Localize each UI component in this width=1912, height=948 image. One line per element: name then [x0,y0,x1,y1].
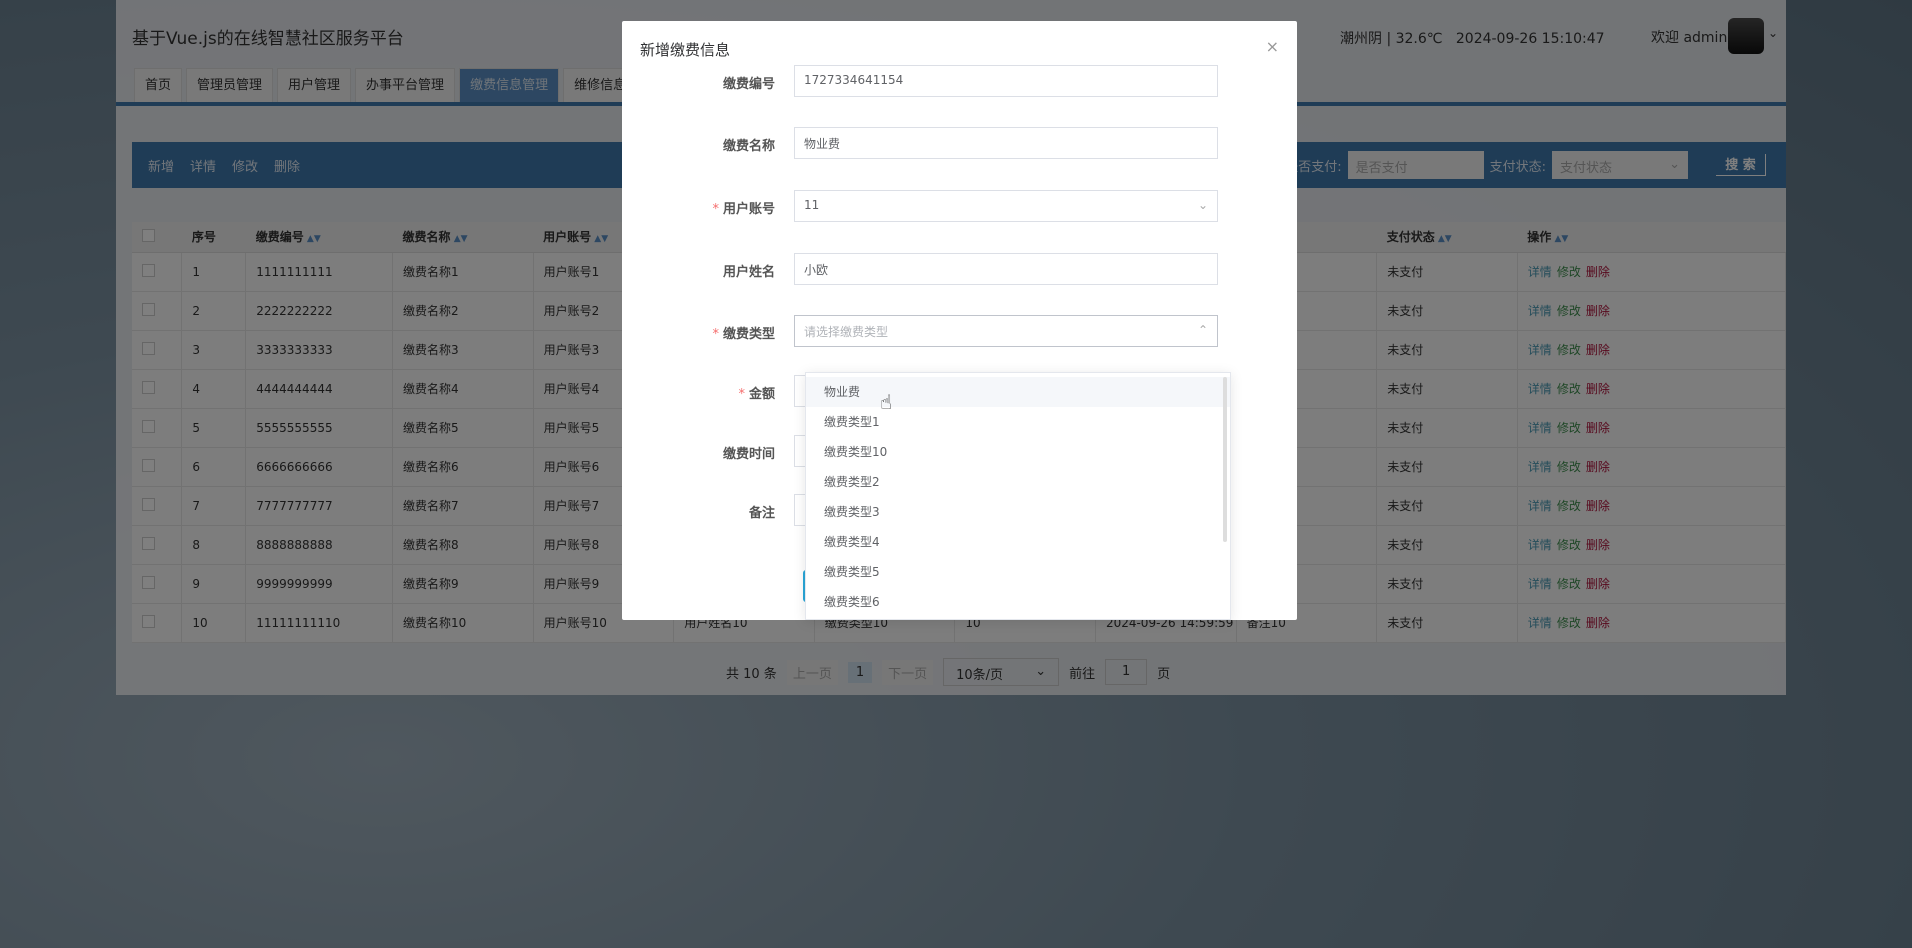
input-value: 1727334641154 [804,73,904,87]
form-row: * 用户账号 11 ⌄ [622,190,1297,226]
form-row: 缴费编号 1727334641154 [622,65,1297,101]
required-mark: * [738,387,745,402]
field-label: * 缴费类型 [712,323,775,342]
dropdown-option[interactable]: 缴费类型10 [806,437,1230,467]
label-text: 缴费编号 [722,77,775,92]
field-label: 缴费时间 [723,443,775,462]
dropdown-option[interactable]: 缴费类型1 [806,407,1230,437]
label-text: 用户姓名 [722,265,775,280]
form-row: * 缴费类型 请选择缴费类型 ⌃ [622,315,1297,351]
dropdown-option[interactable]: 缴费类型4 [806,527,1230,557]
field-input[interactable]: 小欧 [794,253,1218,285]
form-row: 用户姓名 小欧 [622,253,1297,289]
hand-cursor-icon: ☝ [880,390,893,414]
label-text: 缴费名称 [722,139,775,154]
field-label: * 金额 [738,383,775,402]
required-mark: * [712,202,719,217]
required-mark: * [712,327,719,342]
field-input[interactable]: 1727334641154 [794,65,1218,97]
field-input[interactable]: 11 ⌄ [794,190,1218,222]
input-value: 请选择缴费类型 [804,325,889,339]
scrollbar[interactable] [1223,377,1227,542]
dropdown-option[interactable]: 缴费类型2 [806,467,1230,497]
close-icon[interactable]: × [1266,37,1279,56]
dropdown-option[interactable]: 缴费类型3 [806,497,1230,527]
label-text: 缴费类型 [722,327,775,342]
label-text: 金额 [748,387,775,402]
input-value: 小欧 [804,263,829,277]
dialog-title: 新增缴费信息 [640,41,731,59]
input-value: 11 [804,198,820,212]
label-text: 缴费时间 [722,447,775,462]
field-label: 缴费编号 [723,73,775,92]
label-text: 备注 [748,506,775,521]
field-label: * 用户账号 [712,198,775,217]
field-label: 备注 [749,502,775,521]
label-text: 用户账号 [722,202,775,217]
dropdown-option[interactable]: 缴费类型5 [806,557,1230,587]
field-input[interactable]: 物业费 [794,127,1218,159]
field-input[interactable]: 请选择缴费类型 ⌃ [794,315,1218,347]
input-value: 物业费 [804,137,841,151]
fee-type-dropdown: 物业费 缴费类型1 缴费类型10 缴费类型2 缴费类型3 缴费类型4 缴费类型5 缴费类型6 [805,372,1231,620]
chevron-up-icon: ⌃ [1197,323,1208,337]
form-row: 缴费名称 物业费 [622,127,1297,163]
dropdown-option[interactable]: 缴费类型6 [806,587,1230,617]
field-label: 缴费名称 [723,135,775,154]
field-label: 用户姓名 [723,261,775,280]
dropdown-option[interactable]: 物业费 [806,377,1230,407]
chevron-down-icon: ⌄ [1197,198,1208,212]
